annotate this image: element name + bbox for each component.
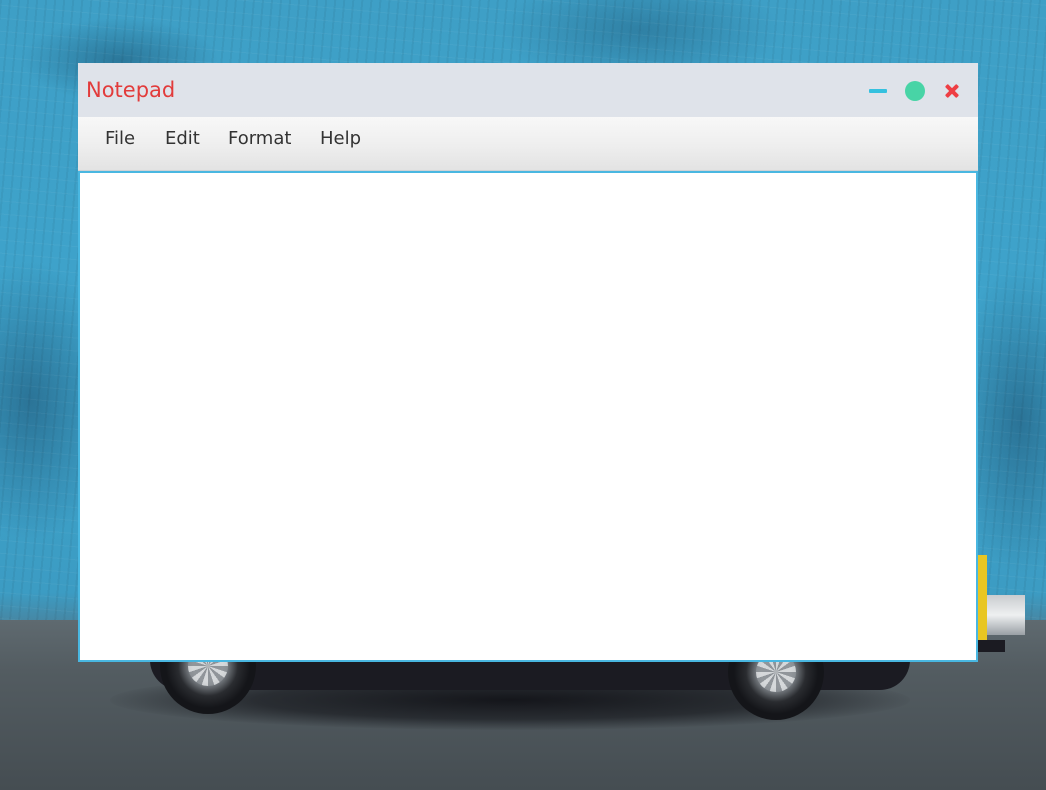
menu-bar: File Edit Format Help bbox=[78, 117, 978, 171]
menu-format[interactable]: Format bbox=[228, 127, 291, 151]
minimize-icon[interactable] bbox=[868, 81, 888, 101]
text-editor-area[interactable] bbox=[78, 171, 978, 662]
close-icon[interactable] bbox=[942, 81, 962, 101]
menu-file[interactable]: File bbox=[105, 127, 135, 151]
wallpaper-car-bumper-shadow bbox=[975, 640, 1005, 652]
notepad-window: Notepad File Edit Format Help bbox=[78, 63, 978, 662]
menu-edit[interactable]: Edit bbox=[165, 127, 200, 151]
wallpaper-car-bumper bbox=[975, 555, 1025, 645]
window-title: Notepad bbox=[86, 78, 176, 102]
title-bar[interactable]: Notepad bbox=[78, 63, 978, 117]
maximize-icon[interactable] bbox=[905, 81, 925, 101]
menu-help[interactable]: Help bbox=[320, 127, 361, 151]
